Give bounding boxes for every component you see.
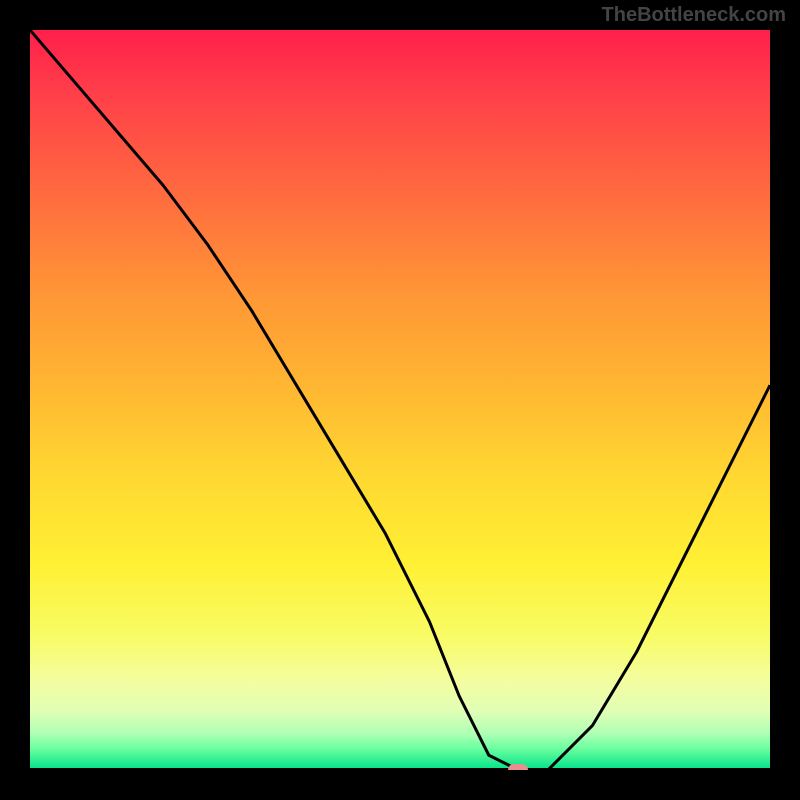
chart-plot-area (30, 30, 770, 770)
chart-line-path (30, 30, 770, 770)
chart-curve-svg (30, 30, 770, 770)
chart-baseline (30, 768, 770, 770)
chart-marker (508, 764, 528, 770)
watermark-text: TheBottleneck.com (602, 4, 786, 27)
